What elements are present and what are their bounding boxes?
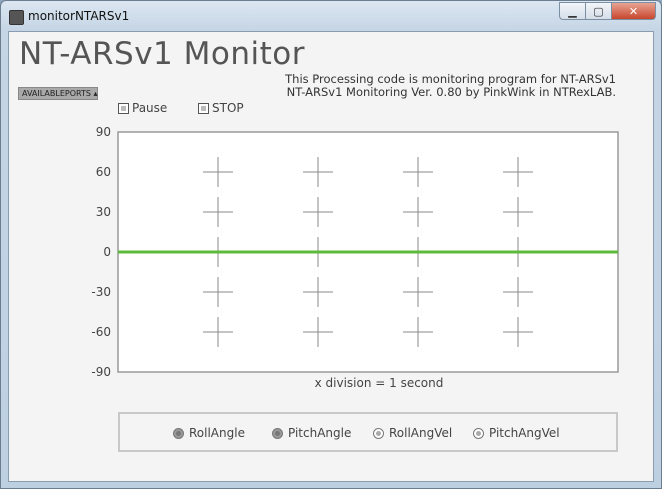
series-toggle-panel: RollAngle PitchAngle RollAngVel PitchAng… xyxy=(118,412,618,452)
app-window: monitorNTARSv1 ▁ ▢ ✕ NT-ARSv1 Monitor Th… xyxy=(0,0,662,489)
sketch-canvas: NT-ARSv1 Monitor This Processing code is… xyxy=(8,31,654,482)
y-tick-label: -90 xyxy=(91,365,111,379)
y-tick-label: 60 xyxy=(96,165,111,179)
y-tick-label: 90 xyxy=(96,125,111,139)
radio-indicator xyxy=(272,427,283,439)
y-tick-label: 30 xyxy=(96,205,111,219)
toggle-label: RollAngVel xyxy=(389,426,453,440)
maximize-icon: ▢ xyxy=(593,4,604,18)
toggle-label: PitchAngle xyxy=(288,426,352,440)
window-title: monitorNTARSv1 xyxy=(28,9,130,23)
toggle-roll-angle[interactable]: RollAngle xyxy=(173,426,245,440)
title-bar[interactable]: monitorNTARSv1 ▁ ▢ ✕ xyxy=(1,1,661,31)
toggle-label: RollAngle xyxy=(189,426,245,440)
maximize-button[interactable]: ▢ xyxy=(586,2,612,20)
y-tick-label: -30 xyxy=(91,285,111,299)
radio-indicator xyxy=(473,427,484,439)
minimize-icon: ▁ xyxy=(568,4,577,18)
close-icon: ✕ xyxy=(628,4,639,18)
app-icon xyxy=(9,10,24,25)
radio-indicator xyxy=(173,427,184,439)
minimize-button[interactable]: ▁ xyxy=(559,2,586,20)
x-axis-label: x division = 1 second xyxy=(315,376,444,390)
y-tick-label: 0 xyxy=(103,245,111,259)
y-tick-label: -60 xyxy=(91,325,111,339)
window-controls: ▁ ▢ ✕ xyxy=(559,2,656,21)
toggle-pitch-ang-vel[interactable]: PitchAngVel xyxy=(473,426,560,440)
toggle-pitch-angle[interactable]: PitchAngle xyxy=(272,426,351,440)
close-button[interactable]: ✕ xyxy=(612,2,656,20)
toggle-label: PitchAngVel xyxy=(489,426,560,440)
attitude-chart: 90 60 30 0 -30 -60 -90 x division = 1 second xyxy=(91,125,619,390)
radio-indicator xyxy=(373,427,384,439)
toggle-roll-ang-vel[interactable]: RollAngVel xyxy=(373,426,452,440)
